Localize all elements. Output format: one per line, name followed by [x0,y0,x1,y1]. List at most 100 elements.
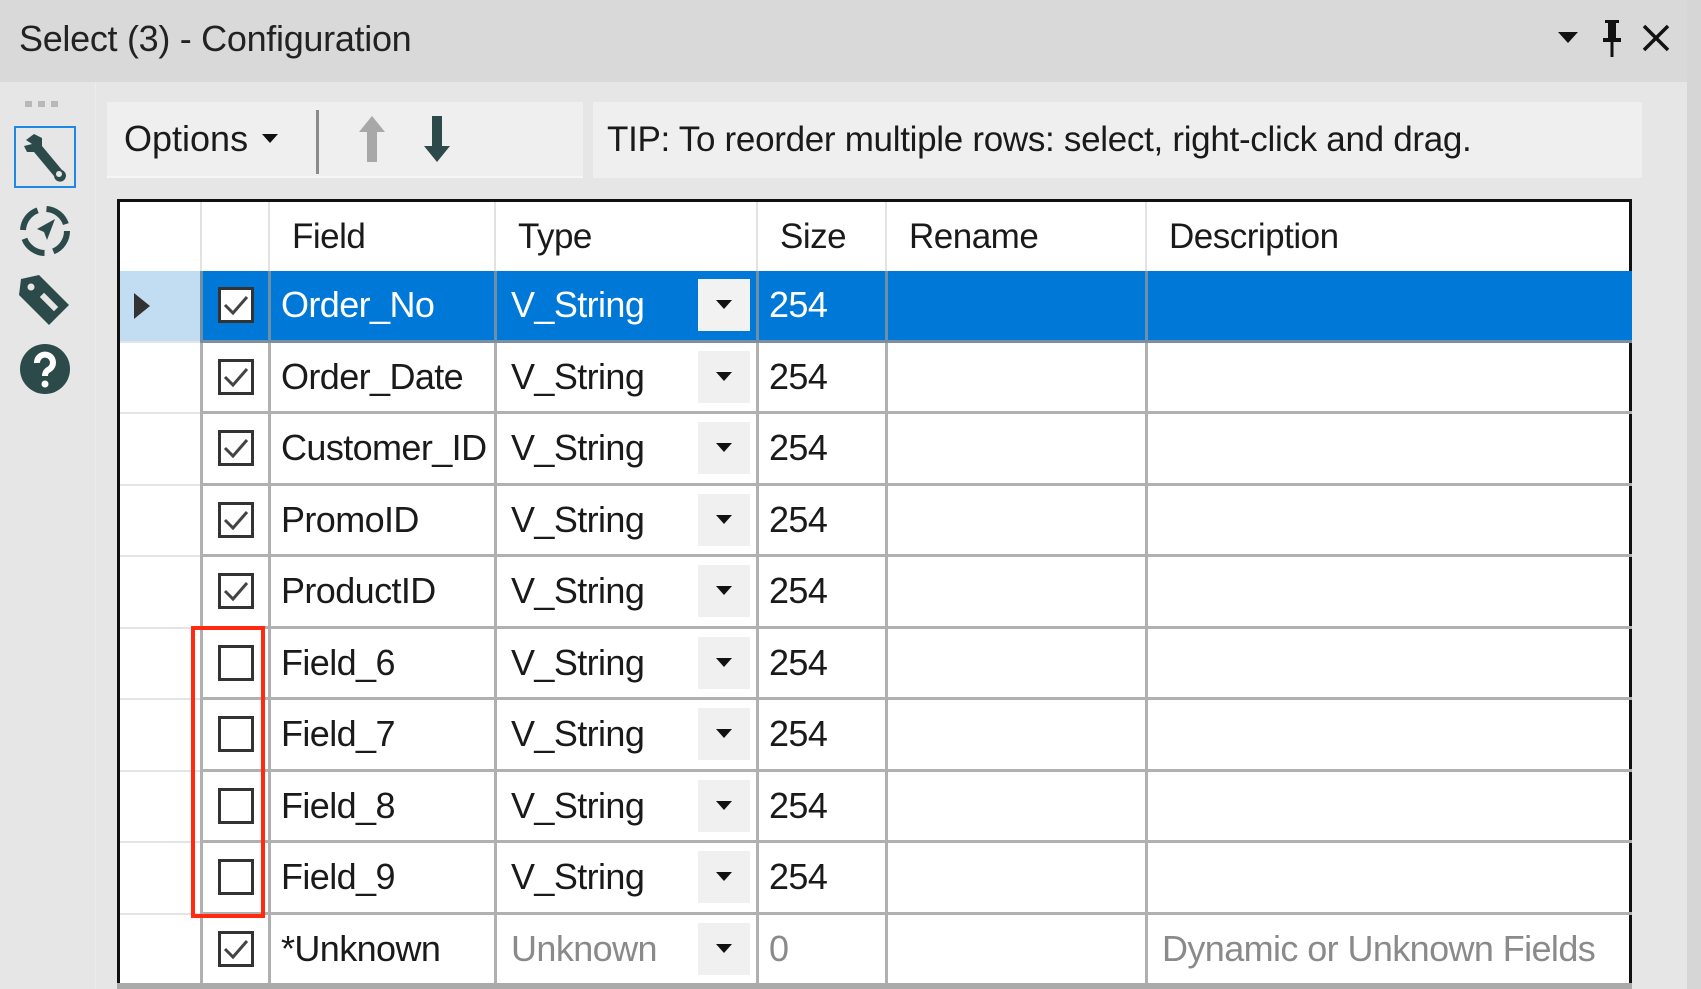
field-cell[interactable]: ProductID [268,557,494,629]
field-cell[interactable]: Field_7 [268,700,494,772]
type-cell[interactable]: V_String [494,628,756,700]
sidebar-item-help[interactable] [14,338,76,400]
pin-icon[interactable] [1597,18,1627,58]
row-selector[interactable] [120,915,200,986]
rename-cell[interactable] [885,628,1145,700]
type-dropdown-button[interactable] [698,779,750,832]
row-selector[interactable] [120,343,200,414]
table-row[interactable]: Field_8 V_String 254 [120,771,1632,843]
rename-cell[interactable] [885,342,1145,414]
size-cell[interactable]: 254 [756,771,885,843]
table-row[interactable]: Field_9 V_String 254 [120,843,1632,915]
field-cell[interactable]: Field_9 [268,843,494,915]
sidebar-item-configuration[interactable] [14,126,76,188]
type-dropdown-button[interactable] [698,565,750,617]
table-row[interactable]: *Unknown Unknown 0 Dynamic or Unknown Fi… [120,914,1632,986]
options-button[interactable]: Options [124,116,279,162]
description-cell[interactable] [1145,771,1632,843]
type-dropdown-button[interactable] [698,922,750,975]
row-selector[interactable] [120,772,200,843]
field-cell[interactable]: *Unknown [268,914,494,986]
field-checkbox[interactable] [217,644,254,681]
rename-cell[interactable] [885,700,1145,772]
size-cell[interactable]: 254 [756,485,885,557]
table-row[interactable]: Field_7 V_String 254 [120,700,1632,772]
row-selector[interactable] [120,557,200,629]
close-icon[interactable] [1641,18,1671,58]
header-size[interactable]: Size [756,202,885,271]
field-checkbox[interactable] [217,430,254,467]
table-row[interactable]: Customer_ID V_String 254 [120,414,1632,486]
type-cell[interactable]: V_String [494,414,756,486]
header-field[interactable]: Field [268,202,494,271]
type-dropdown-button[interactable] [698,851,750,903]
type-cell[interactable]: Unknown [494,914,756,986]
size-cell[interactable]: 0 [756,914,885,986]
dropdown-icon[interactable] [1553,18,1583,58]
rename-cell[interactable] [885,485,1145,557]
table-row[interactable]: Order_Date V_String 254 [120,342,1632,414]
move-up-button[interactable] [352,114,392,166]
description-cell[interactable] [1145,843,1632,915]
row-selector[interactable] [120,843,200,915]
grip-dots-icon[interactable] [25,96,59,114]
field-cell[interactable]: Field_6 [268,628,494,700]
type-dropdown-button[interactable] [698,636,750,689]
field-checkbox[interactable] [217,501,254,538]
field-checkbox[interactable] [217,787,254,824]
size-cell[interactable]: 254 [756,271,885,343]
type-cell[interactable]: V_String [494,271,756,343]
field-checkbox[interactable] [217,930,254,967]
type-dropdown-button[interactable] [698,708,750,760]
row-selector[interactable] [120,700,200,772]
header-description[interactable]: Description [1145,202,1632,271]
type-cell[interactable]: V_String [494,700,756,772]
rename-cell[interactable] [885,271,1145,343]
field-cell[interactable]: Order_Date [268,342,494,414]
type-dropdown-button[interactable] [698,279,750,331]
type-cell[interactable]: V_String [494,771,756,843]
type-dropdown-button[interactable] [698,422,750,474]
table-row[interactable]: ProductID V_String 254 [120,557,1632,629]
field-checkbox[interactable] [217,716,254,753]
rename-cell[interactable] [885,771,1145,843]
field-checkbox[interactable] [217,358,254,395]
field-cell[interactable]: Order_No [268,271,494,343]
rename-cell[interactable] [885,843,1145,915]
field-cell[interactable]: PromoID [268,485,494,557]
table-row[interactable]: PromoID V_String 254 [120,485,1632,557]
description-cell[interactable] [1145,342,1632,414]
size-cell[interactable]: 254 [756,414,885,486]
type-dropdown-button[interactable] [698,493,750,546]
description-cell[interactable] [1145,700,1632,772]
description-cell[interactable] [1145,414,1632,486]
rename-cell[interactable] [885,414,1145,486]
row-selector[interactable] [120,629,200,700]
size-cell[interactable]: 254 [756,557,885,629]
header-rename[interactable]: Rename [885,202,1145,271]
field-cell[interactable]: Field_8 [268,771,494,843]
size-cell[interactable]: 254 [756,342,885,414]
size-cell[interactable]: 254 [756,628,885,700]
rename-cell[interactable] [885,914,1145,986]
type-cell[interactable]: V_String [494,843,756,915]
description-cell[interactable] [1145,271,1632,343]
row-selector[interactable] [120,486,200,557]
size-cell[interactable]: 254 [756,843,885,915]
type-cell[interactable]: V_String [494,557,756,629]
type-cell[interactable]: V_String [494,342,756,414]
table-row[interactable]: Field_6 V_String 254 [120,628,1632,700]
header-type[interactable]: Type [494,202,756,271]
field-checkbox[interactable] [217,287,254,324]
description-cell[interactable] [1145,485,1632,557]
row-selector[interactable] [120,271,200,343]
rename-cell[interactable] [885,557,1145,629]
type-dropdown-button[interactable] [698,350,750,403]
row-selector[interactable] [120,414,200,486]
description-cell[interactable] [1145,557,1632,629]
field-checkbox[interactable] [217,573,254,610]
sidebar-item-connection-progress[interactable] [14,200,76,262]
description-cell[interactable] [1145,628,1632,700]
size-cell[interactable]: 254 [756,700,885,772]
field-checkbox[interactable] [217,859,254,896]
